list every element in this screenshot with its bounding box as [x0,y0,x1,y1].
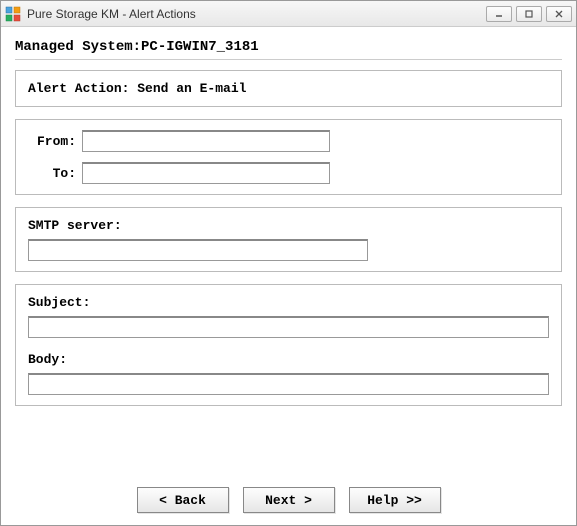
alert-action-panel: Alert Action: Send an E-mail [15,70,562,107]
next-button-label: Next > [265,493,312,508]
help-button-label: Help >> [367,493,422,508]
titlebar: Pure Storage KM - Alert Actions [1,1,576,27]
to-label: To: [28,166,76,181]
next-button[interactable]: Next > [243,487,335,513]
from-input[interactable] [82,130,330,152]
app-icon [5,6,21,22]
dialog-window: Pure Storage KM - Alert Actions Managed … [0,0,577,526]
to-input[interactable] [82,162,330,184]
smtp-panel: SMTP server: [15,207,562,272]
back-button-label: < Back [159,493,206,508]
subject-input[interactable] [28,316,549,338]
button-bar: < Back Next > Help >> [15,477,562,517]
managed-system-value: PC-IGWIN7_3181 [141,39,259,55]
from-label: From: [28,134,76,149]
smtp-label: SMTP server: [28,218,549,233]
alert-action-title: Alert Action: Send an E-mail [28,81,246,96]
close-button[interactable] [546,6,572,22]
dialog-content: Managed System:PC-IGWIN7_3181 Alert Acti… [1,27,576,525]
help-button[interactable]: Help >> [349,487,441,513]
window-title: Pure Storage KM - Alert Actions [27,7,486,21]
managed-system-label: Managed System: [15,39,141,55]
managed-system-heading: Managed System:PC-IGWIN7_3181 [15,39,562,55]
heading-divider [15,59,562,60]
back-button[interactable]: < Back [137,487,229,513]
maximize-button[interactable] [516,6,542,22]
body-label: Body: [28,352,549,367]
message-panel: Subject: Body: [15,284,562,406]
window-controls [486,6,572,22]
email-panel: From: To: [15,119,562,195]
subject-label: Subject: [28,295,549,310]
from-row: From: [28,130,549,152]
to-row: To: [28,162,549,184]
minimize-button[interactable] [486,6,512,22]
spacer [15,418,562,477]
smtp-input[interactable] [28,239,368,261]
body-input[interactable] [28,373,549,395]
